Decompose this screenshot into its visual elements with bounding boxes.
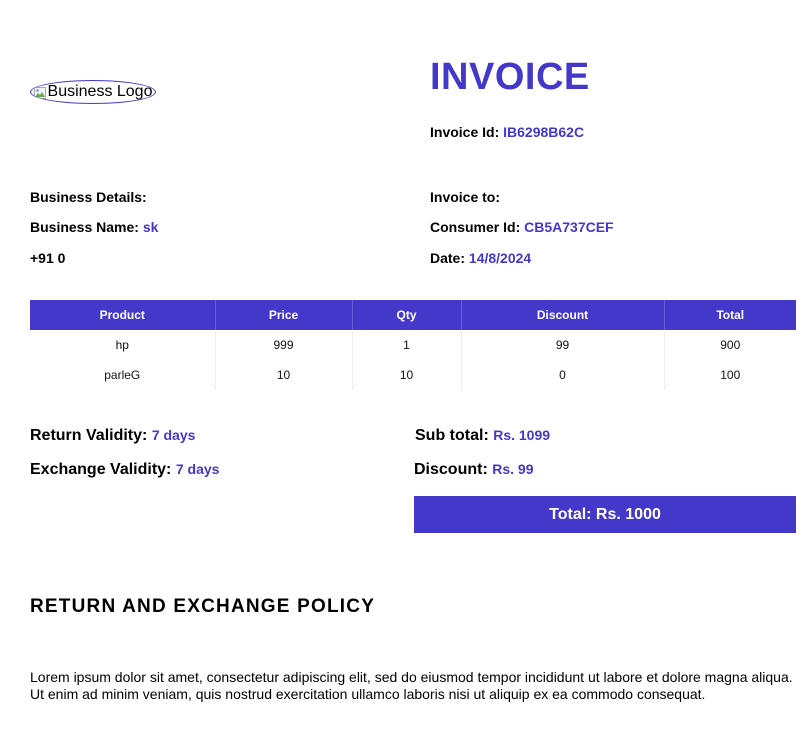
cell-total: 100	[720, 368, 741, 382]
table-row: parleG 10 10 0 100	[30, 360, 796, 390]
exchange-validity-row: Exchange Validity: 7 days	[30, 461, 219, 479]
consumer-id-label: Consumer Id:	[430, 219, 521, 235]
logo-alt-text: Business Logo	[47, 83, 153, 100]
exchange-validity-value: 7 days	[175, 461, 220, 477]
cell-discount: 0	[461, 360, 665, 390]
column-header-qty: Qty	[352, 300, 462, 330]
consumer-id-row: Consumer Id: CB5A737CEF	[430, 219, 614, 235]
grand-total-text: Total: Rs. 1000	[549, 505, 661, 523]
subtotal-value: Rs. 1099	[493, 427, 551, 443]
invoice-id-value: IB6298B62C	[503, 124, 585, 140]
discount-value: Rs. 99	[492, 461, 534, 477]
policy-text: Lorem ipsum dolor sit amet, consectetur …	[30, 669, 793, 702]
business-details-heading: Business Details:	[30, 189, 147, 205]
table-header-row: Product Price Qty Discount Total	[30, 300, 796, 330]
exchange-validity-label: Exchange Validity:	[30, 461, 172, 478]
date-row: Date: 14/8/2024	[430, 250, 531, 266]
table-row: hp 999 1 99 900	[30, 330, 796, 360]
business-name-row: Business Name: sk	[30, 219, 158, 235]
date-value: 14/8/2024	[468, 250, 532, 266]
cell-price: 10	[215, 360, 353, 390]
cell-product: hp	[30, 330, 216, 360]
column-header-discount: Discount	[461, 300, 665, 330]
policy-title: RETURN AND EXCHANGE POLICY	[30, 596, 376, 617]
broken-image-icon	[33, 86, 46, 99]
invoice-items-table: Product Price Qty Discount Total hp 999 …	[30, 300, 796, 390]
business-logo: Business Logo	[30, 80, 156, 104]
cell-product: parleG	[30, 360, 216, 390]
subtotal-label: Sub total:	[415, 427, 489, 444]
cell-qty: 10	[352, 360, 462, 390]
subtotal-row: Sub total: Rs. 1099	[415, 427, 550, 445]
cell-discount: 99	[461, 330, 665, 360]
invoice-id-label: Invoice Id:	[430, 124, 500, 140]
business-name-value: sk	[142, 219, 159, 235]
cell-total: 900	[720, 338, 741, 352]
return-validity-value: 7 days	[151, 427, 196, 443]
business-phone: +91 0	[30, 250, 66, 266]
business-name-label: Business Name:	[30, 219, 139, 235]
invoice-to-heading: Invoice to:	[430, 189, 501, 205]
grand-total-bar: Total: Rs. 1000	[414, 496, 796, 533]
cell-price: 999	[215, 330, 353, 360]
return-validity-row: Return Validity: 7 days	[30, 427, 195, 445]
business-logo-alt: Business Logo	[33, 83, 153, 101]
discount-label: Discount:	[414, 461, 488, 478]
cell-qty: 1	[352, 330, 462, 360]
discount-row: Discount: Rs. 99	[414, 461, 533, 479]
date-label: Date:	[430, 250, 466, 266]
invoice-id-row: Invoice Id: IB6298B62C	[430, 124, 584, 140]
return-validity-label: Return Validity:	[30, 427, 148, 444]
consumer-id-value: CB5A737CEF	[524, 219, 614, 235]
column-header-product: Product	[30, 300, 216, 330]
column-header-total: Total	[664, 300, 796, 330]
invoice-title: INVOICE	[430, 56, 590, 98]
column-header-price: Price	[215, 300, 353, 330]
